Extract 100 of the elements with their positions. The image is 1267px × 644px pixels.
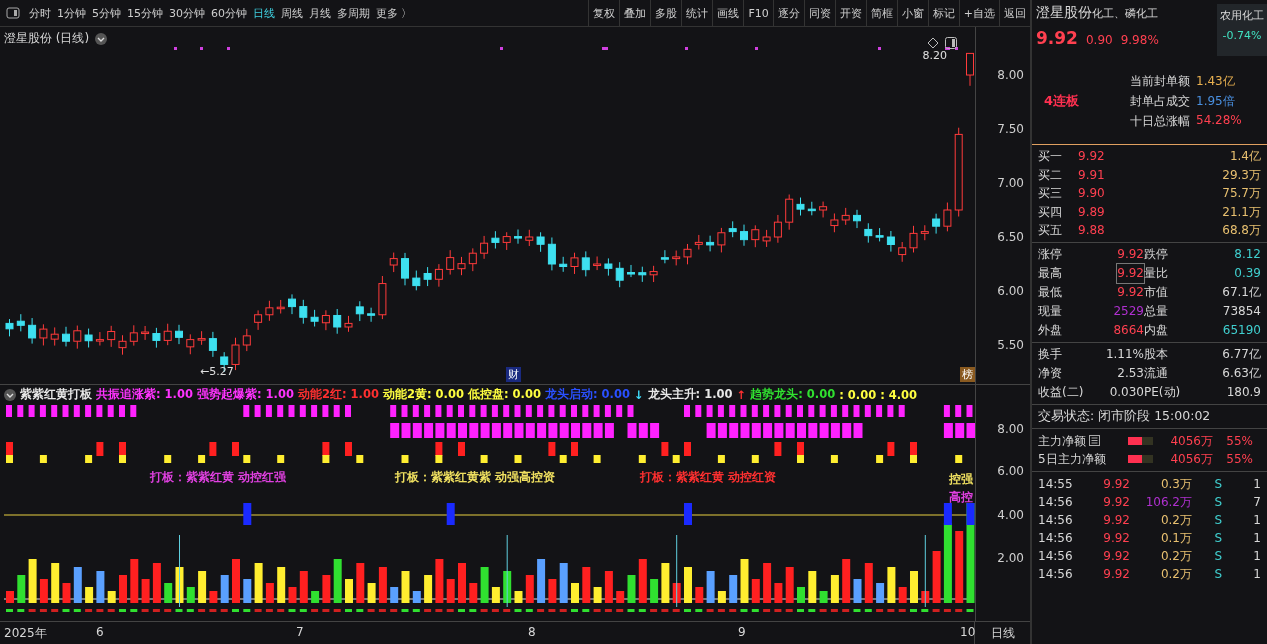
stat-value: 2.53: [1117, 364, 1144, 382]
stat-label: 内盘: [1144, 321, 1169, 339]
trade-time: 14:56: [1038, 529, 1074, 547]
legend-item: 低控盘: 0.00: [467, 387, 541, 402]
flow-amount: 4056万: [1169, 432, 1213, 450]
stat-label: 股本: [1144, 345, 1169, 363]
stat-label: 现量: [1038, 302, 1063, 320]
signal-note: 打板：紫紫红黄 动控红资: [640, 469, 777, 486]
trade-volume: 0.2万: [1159, 547, 1192, 565]
trade-time: 14:55: [1038, 475, 1074, 493]
toolbar-button[interactable]: 简框: [865, 0, 897, 26]
chart-title: 澄星股份 (日线): [4, 30, 90, 47]
high-price-label: 8.20: [922, 49, 947, 62]
bid-label: 买三: [1038, 185, 1063, 202]
period-tab[interactable]: 更多 〉: [373, 5, 416, 21]
legend-item: 动能2红: 1.00: [297, 387, 379, 402]
axis-tick-label: 4.00: [997, 508, 1024, 522]
bid-price: 9.92: [1078, 148, 1106, 165]
date-label: 9: [738, 625, 746, 639]
chevron-down-icon[interactable]: [4, 388, 16, 401]
toolbar-button[interactable]: 开资: [834, 0, 866, 26]
stat-value: 180.9: [1226, 383, 1261, 401]
trade-volume: 0.2万: [1159, 565, 1192, 583]
axis-tick-label: 8.00: [997, 68, 1024, 82]
axis-tick-label: 2.00: [997, 551, 1024, 565]
period-tab[interactable]: 周线: [278, 5, 306, 21]
stat-value: 6.63亿: [1222, 364, 1261, 382]
period-tab[interactable]: 60分钟: [208, 5, 250, 21]
legend-item: 共振追涨紫: 1.00: [96, 387, 193, 402]
stat-label: 涨停: [1038, 245, 1063, 263]
stat-value: 0.030: [1109, 383, 1144, 401]
change-percent: 9.98%: [1120, 33, 1159, 47]
legend-item: ↑: [736, 387, 747, 402]
stat-label: 净资: [1038, 364, 1063, 382]
period-tab[interactable]: 15分钟: [124, 5, 166, 21]
toolbar-button[interactable]: +自选: [958, 0, 999, 26]
trade-side: S: [1213, 511, 1222, 529]
panel-toggle-icon[interactable]: [945, 37, 957, 49]
date-label: 2025年: [4, 625, 47, 642]
period-tab[interactable]: 1分钟: [54, 5, 89, 21]
stat-value: 67.1亿: [1222, 283, 1261, 301]
toolbar-button[interactable]: 小窗: [896, 0, 928, 26]
toolbar-button[interactable]: 同资: [803, 0, 835, 26]
trade-time: 14:56: [1038, 547, 1074, 565]
list-icon[interactable]: [1089, 435, 1100, 446]
stat-label: 十日总涨幅: [1129, 112, 1190, 130]
axis-tick-label: 7.50: [997, 122, 1024, 136]
toolbar-button[interactable]: 逐分: [772, 0, 804, 26]
trade-count: 1: [1252, 475, 1261, 493]
chevron-down-icon[interactable]: [95, 32, 108, 45]
toolbar-button[interactable]: 复权: [588, 0, 620, 26]
trade-side: S: [1213, 475, 1222, 493]
flow-label: 主力净额: [1038, 432, 1086, 450]
period-tab[interactable]: 月线: [306, 5, 334, 21]
date-label: 6: [96, 625, 104, 639]
period-tab[interactable]: 日线: [250, 5, 278, 21]
toolbar-button[interactable]: 多股: [650, 0, 682, 26]
low-price-label: ←5.27: [200, 365, 234, 378]
axis-tick-label: 6.00: [997, 284, 1024, 298]
stat-label: 收益(二): [1038, 383, 1085, 401]
flow-amount: 4056万: [1169, 450, 1213, 468]
bid-volume: 68.8万: [1221, 222, 1261, 239]
toolbar-button[interactable]: 返回: [999, 0, 1030, 26]
bid-label: 买五: [1038, 222, 1063, 239]
bid-price: 9.91: [1078, 166, 1106, 184]
toolbar-button[interactable]: 叠加: [619, 0, 651, 26]
bid-volume: 1.4亿: [1228, 148, 1261, 165]
toolbar-button[interactable]: 画线: [712, 0, 744, 26]
trade-price: 9.92: [1102, 511, 1130, 529]
period-tab[interactable]: 分时: [26, 5, 54, 21]
trade-time: 14:56: [1038, 511, 1074, 529]
axis-tick-label: 6.00: [997, 464, 1024, 478]
period-tab[interactable]: 多周期: [334, 5, 373, 21]
period-tab[interactable]: 5分钟: [89, 5, 124, 21]
stat-value: 2529: [1113, 302, 1144, 320]
toolbar-button[interactable]: 统计: [681, 0, 713, 26]
toolbar-button[interactable]: F10: [743, 0, 773, 26]
stat-label: 外盘: [1038, 321, 1063, 339]
panel-toggle-icon[interactable]: [6, 7, 20, 19]
legend-item: : 0.00 : 4.00: [839, 387, 918, 402]
trade-volume: 0.3万: [1159, 475, 1192, 493]
stat-value: 9.92: [1117, 245, 1144, 263]
legend-item: 龙头主升: 1.00: [647, 387, 733, 402]
stat-label: 换手: [1038, 345, 1063, 363]
bid-label: 买四: [1038, 203, 1063, 221]
period-tab[interactable]: 30分钟: [166, 5, 208, 21]
axis-tick-label: 6.50: [997, 230, 1024, 244]
legend-item: 强势起爆紫: 1.00: [197, 387, 294, 402]
stat-label: 量比: [1144, 264, 1169, 282]
toolbar-button[interactable]: 标记: [927, 0, 959, 26]
stat-value: 73854: [1222, 302, 1261, 320]
stat-value: 9.92: [1117, 283, 1144, 301]
trade-count: 1: [1252, 565, 1261, 583]
date-label: 10: [960, 625, 976, 639]
stat-value: 1.95倍: [1196, 92, 1235, 110]
bid-price: 9.89: [1078, 203, 1106, 221]
trade-volume: 106.2万: [1144, 493, 1192, 511]
trade-count: 1: [1252, 529, 1261, 547]
stat-label: 总量: [1144, 302, 1169, 320]
diamond-icon[interactable]: [927, 37, 939, 49]
